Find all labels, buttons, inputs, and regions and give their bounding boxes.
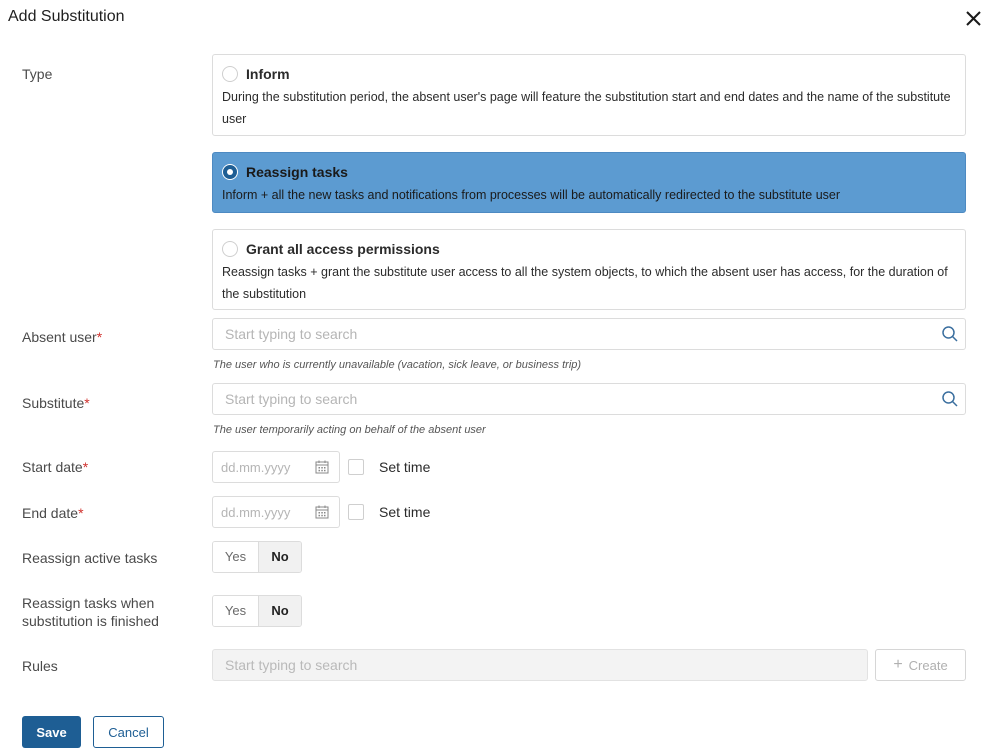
type-label: Type (22, 66, 53, 82)
required-mark: * (96, 329, 103, 345)
cancel-button[interactable]: Cancel (93, 716, 164, 748)
absent-user-hint: The user who is currently unavailable (v… (213, 359, 582, 371)
start-date-field (212, 451, 340, 483)
rules-field (212, 649, 868, 681)
reassign-active-no[interactable]: No (259, 542, 301, 572)
type-option-description: Inform + all the new tasks and notificat… (222, 188, 841, 202)
search-icon[interactable] (941, 390, 959, 408)
reassign-finished-no[interactable]: No (259, 596, 301, 626)
create-rule-label: Create (908, 657, 948, 673)
type-option-grant[interactable]: Grant all access permissions Reassign ta… (212, 229, 966, 310)
type-option-inform[interactable]: Inform During the substitution period, t… (212, 54, 966, 136)
type-option-title: Reassign tasks (246, 164, 348, 180)
radio-reassign[interactable] (222, 164, 238, 180)
end-date-label-text: End date (22, 505, 79, 521)
reassign-active-toggle: Yes No (212, 541, 302, 573)
reassign-finished-label: Reassign tasks when substitution is fini… (22, 594, 159, 630)
close-icon (966, 11, 981, 26)
radio-grant[interactable] (222, 241, 238, 257)
close-button[interactable] (962, 6, 986, 30)
start-date-set-time-checkbox[interactable] (348, 459, 364, 475)
reassign-finished-label-line1: Reassign tasks when (22, 595, 155, 611)
type-option-reassign[interactable]: Reassign tasks Inform + all the new task… (212, 152, 966, 213)
start-date-input[interactable] (213, 452, 309, 482)
type-option-title: Grant all access permissions (246, 241, 440, 257)
reassign-finished-yes[interactable]: Yes (213, 596, 259, 626)
rules-input[interactable] (213, 650, 853, 680)
create-rule-button[interactable]: + Create (875, 649, 966, 681)
absent-user-label: Absent user* (22, 328, 102, 346)
start-date-label: Start date* (22, 458, 88, 476)
dialog-title: Add Substitution (8, 8, 125, 25)
substitute-label: Substitute* (22, 394, 90, 412)
required-mark: * (84, 395, 90, 411)
type-option-title: Inform (246, 66, 290, 82)
save-button[interactable]: Save (22, 716, 81, 748)
rules-label: Rules (22, 658, 58, 674)
search-icon[interactable] (941, 325, 959, 343)
radio-inform[interactable] (222, 66, 238, 82)
plus-icon: + (893, 656, 903, 673)
start-date-label-text: Start date (22, 459, 83, 475)
end-date-field (212, 496, 340, 528)
absent-user-input[interactable] (213, 319, 913, 349)
end-date-label: End date* (22, 504, 84, 522)
calendar-icon[interactable] (315, 505, 329, 519)
reassign-active-label: Reassign active tasks (22, 550, 158, 566)
absent-user-field (212, 318, 966, 350)
type-option-description: During the substitution period, the abse… (222, 90, 951, 126)
end-date-input[interactable] (213, 497, 309, 527)
required-mark: * (82, 459, 89, 475)
substitute-field (212, 383, 966, 415)
absent-user-label-text: Absent user (22, 329, 97, 345)
end-date-set-time-checkbox[interactable] (348, 504, 364, 520)
reassign-active-yes[interactable]: Yes (213, 542, 259, 572)
start-date-set-time-label[interactable]: Set time (379, 459, 430, 475)
calendar-icon[interactable] (315, 460, 329, 474)
type-option-description: Reassign tasks + grant the substitute us… (222, 265, 948, 301)
substitute-input[interactable] (213, 384, 913, 414)
required-mark: * (78, 505, 84, 521)
reassign-finished-label-line2: substitution is finished (22, 613, 159, 629)
substitute-hint: The user temporarily acting on behalf of… (213, 424, 486, 436)
substitute-label-text: Substitute (22, 395, 85, 411)
reassign-finished-toggle: Yes No (212, 595, 302, 627)
end-date-set-time-label[interactable]: Set time (379, 504, 430, 520)
